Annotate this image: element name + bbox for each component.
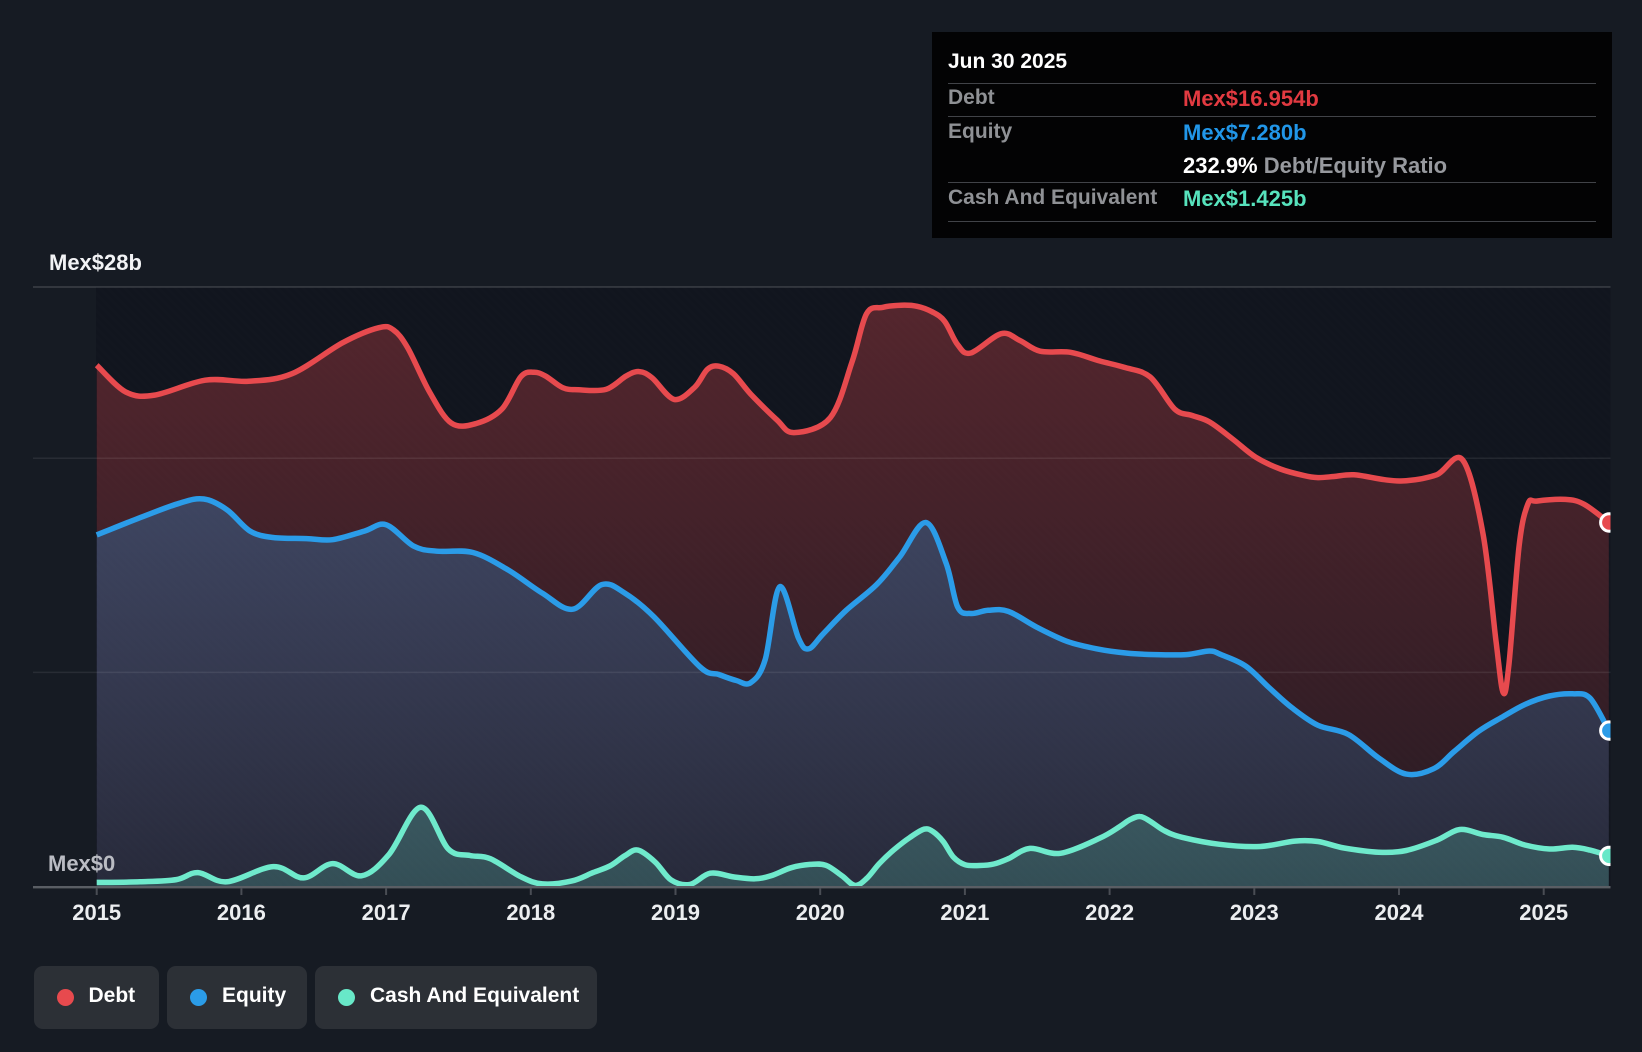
svg-text:2021: 2021 (940, 900, 989, 925)
svg-text:2022: 2022 (1085, 900, 1134, 925)
svg-text:2025: 2025 (1519, 900, 1568, 925)
svg-text:2018: 2018 (506, 900, 555, 925)
svg-text:2023: 2023 (1230, 900, 1279, 925)
svg-text:Mex$28b: Mex$28b (49, 250, 142, 275)
svg-text:2015: 2015 (72, 900, 121, 925)
svg-text:2024: 2024 (1375, 900, 1425, 925)
svg-text:2017: 2017 (362, 900, 411, 925)
svg-text:2020: 2020 (796, 900, 845, 925)
svg-text:2016: 2016 (217, 900, 266, 925)
svg-text:Mex$0: Mex$0 (48, 851, 115, 876)
svg-text:2019: 2019 (651, 900, 700, 925)
